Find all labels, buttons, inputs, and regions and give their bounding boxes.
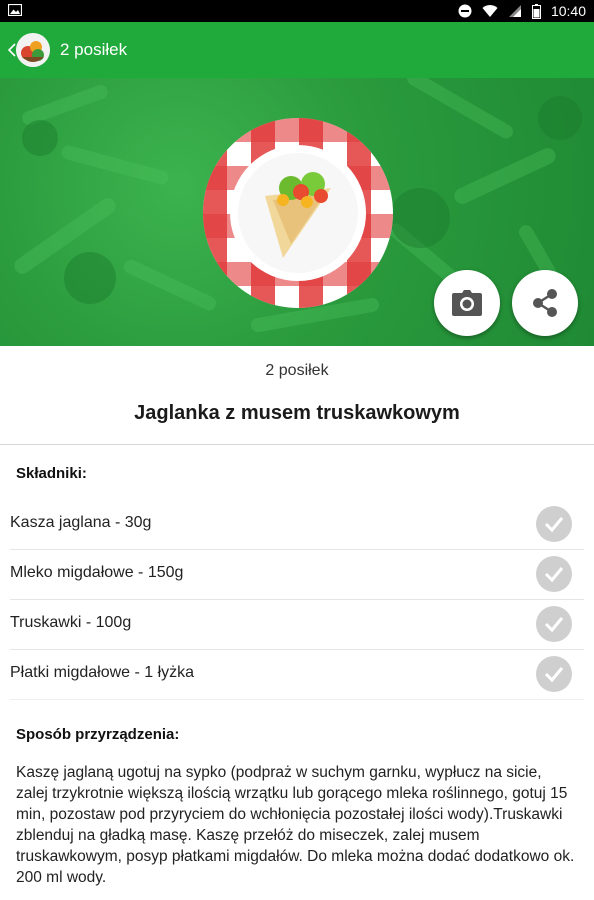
- ingredients-list: Kasza jaglana - 30g Mleko migdałowe - 15…: [0, 500, 594, 700]
- check-circle-icon[interactable]: [536, 506, 572, 542]
- chevron-left-icon: [8, 43, 16, 57]
- minus-circle-icon: [458, 4, 472, 18]
- app-bar: 2 posiłek: [0, 22, 594, 78]
- app-bar-title: 2 posiłek: [60, 40, 128, 59]
- share-icon: [533, 289, 557, 317]
- share-button[interactable]: [512, 270, 578, 336]
- status-time: 10:40: [550, 3, 586, 19]
- status-bar: 10:40: [0, 0, 594, 22]
- ingredients-heading: Składniki:: [16, 465, 87, 482]
- check-circle-icon[interactable]: [536, 556, 572, 592]
- ingredient-row[interactable]: Mleko migdałowe - 150g: [10, 550, 584, 600]
- ingredient-label: Truskawki - 100g: [10, 614, 132, 631]
- camera-button[interactable]: [434, 270, 500, 336]
- image-icon: [8, 4, 22, 16]
- preparation-text: Kaszę jaglaną ugotuj na sypko (podpraż w…: [16, 764, 575, 886]
- recipe-title: Jaglanka z musem truskawkowym: [134, 402, 460, 424]
- divider: [0, 444, 594, 445]
- ingredient-label: Kasza jaglana - 30g: [10, 514, 152, 531]
- ingredient-row[interactable]: Kasza jaglana - 30g: [10, 500, 584, 550]
- meal-label: 2 posiłek: [265, 362, 329, 379]
- check-circle-icon[interactable]: [536, 606, 572, 642]
- battery-icon: [531, 3, 541, 19]
- wifi-icon: [482, 5, 498, 18]
- ingredient-row[interactable]: Płatki migdałowe - 1 łyżka: [10, 650, 584, 700]
- preparation-heading: Sposób przyrządzenia:: [16, 726, 180, 743]
- recipe-image: [203, 118, 393, 313]
- camera-icon: [452, 290, 482, 316]
- check-circle-icon[interactable]: [536, 656, 572, 692]
- ingredient-label: Mleko migdałowe - 150g: [10, 564, 184, 581]
- app-logo-icon[interactable]: [16, 33, 50, 67]
- status-icons: 10:40: [458, 0, 586, 22]
- signal-icon: [508, 5, 521, 17]
- ingredient-row[interactable]: Truskawki - 100g: [10, 600, 584, 650]
- ingredient-label: Płatki migdałowe - 1 łyżka: [10, 664, 195, 681]
- hero-image: [0, 78, 594, 346]
